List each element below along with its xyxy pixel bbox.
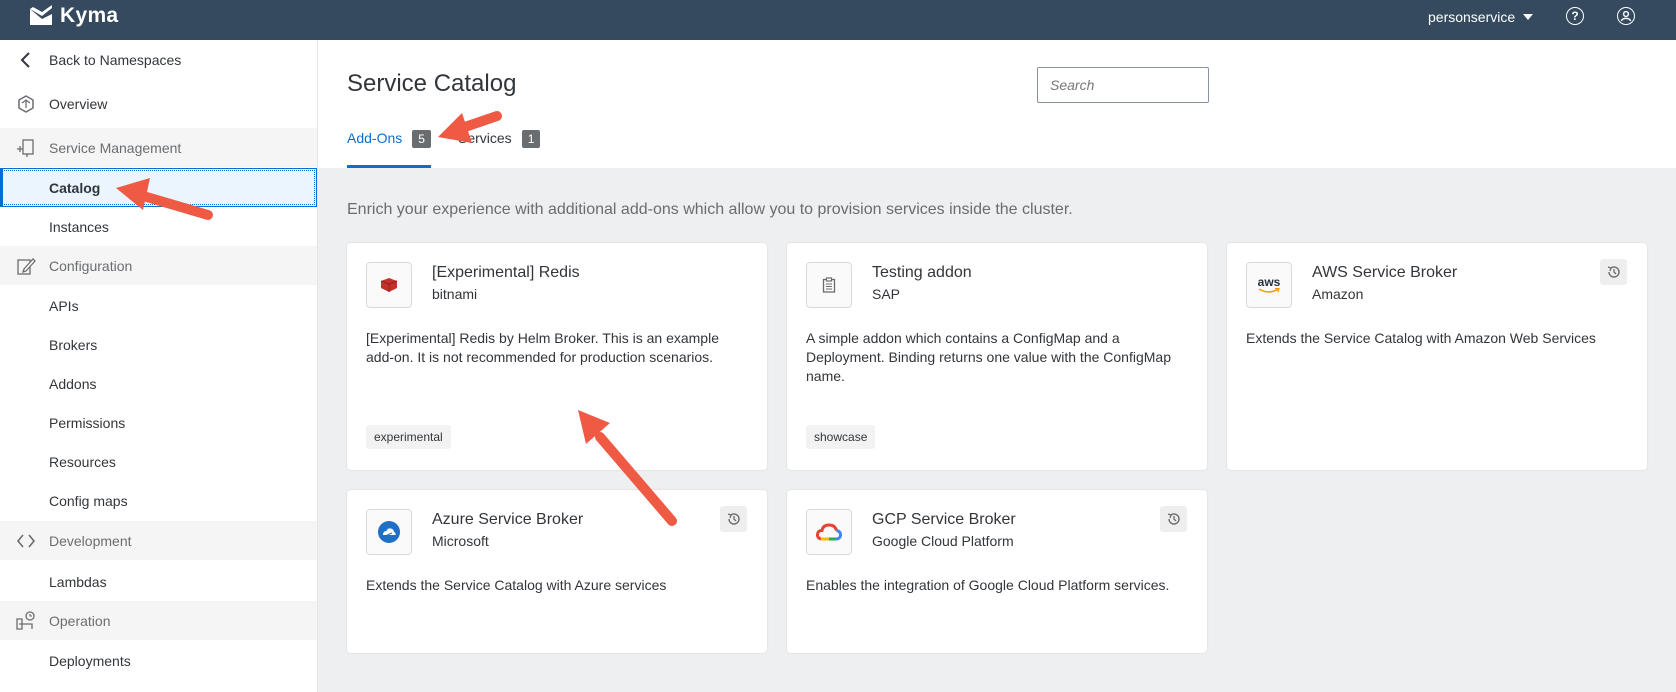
history-button[interactable] (1160, 506, 1187, 532)
history-button[interactable] (720, 506, 747, 532)
sidebar-item-label: Catalog (49, 179, 101, 196)
redis-icon (366, 262, 412, 308)
addon-card-redis[interactable]: [Experimental] Redis bitnami [Experiment… (347, 243, 767, 470)
sidebar-item-brokers[interactable]: Brokers (0, 325, 317, 364)
sidebar-item-label: Permissions (49, 414, 126, 431)
sidebar-item-instances[interactable]: Instances (0, 207, 317, 246)
sidebar-item-resources[interactable]: Resources (0, 442, 317, 481)
service-management-icon (17, 139, 34, 157)
tab-count-badge: 5 (412, 130, 431, 148)
addon-card-azure[interactable]: Azure Service Broker Microsoft Extends t… (347, 490, 767, 653)
card-description: Extends the Service Catalog with Azure s… (366, 577, 667, 593)
sidebar-item-label: Instances (49, 218, 109, 235)
aws-icon: aws (1246, 262, 1292, 308)
back-to-namespaces-link[interactable]: Back to Namespaces (0, 40, 317, 79)
clipboard-icon (806, 262, 852, 308)
card-description: A simple addon which contains a ConfigMa… (806, 330, 1171, 384)
sidebar-item-label: Lambdas (49, 573, 107, 590)
sidebar-item-label: Deployments (49, 652, 131, 669)
gcp-icon (806, 509, 852, 555)
sidebar-item-lambdas[interactable]: Lambdas (0, 562, 317, 601)
sidebar-group-configuration[interactable]: Configuration (0, 246, 317, 285)
chevron-left-icon (20, 52, 30, 68)
sidebar-group-label: Configuration (49, 257, 133, 274)
shell-bar: Kyma personservice ? (0, 0, 1676, 40)
help-icon[interactable]: ? (1566, 7, 1584, 25)
card-title: Azure Service Broker (432, 511, 584, 528)
sidebar-group-label: Development (49, 532, 132, 549)
sidebar-item-label: Brokers (49, 336, 98, 353)
tab-label: Services (458, 130, 512, 146)
sidebar-item-overview[interactable]: Overview (0, 84, 317, 123)
tab-add-ons[interactable]: Add-Ons 5 (347, 128, 431, 168)
sidebar-group-service-management[interactable]: Service Management (0, 128, 317, 167)
page-header: Service Catalog Add-Ons 5 Services 1 (318, 40, 1676, 168)
history-icon (1167, 513, 1180, 525)
tab-count-badge: 1 (521, 130, 541, 148)
user-glyph (1620, 10, 1632, 22)
card-description: [Experimental] Redis by Helm Broker. Thi… (366, 330, 719, 365)
sidebar-item-catalog[interactable]: Catalog (0, 168, 317, 207)
history-button[interactable] (1600, 259, 1627, 285)
sidebar-item-label: Resources (49, 453, 116, 470)
card-title: GCP Service Broker (872, 511, 1016, 528)
card-tag: experimental (366, 425, 451, 449)
sidebar-group-label: Service Management (49, 139, 182, 156)
intro-text: Enrich your experience with additional a… (347, 201, 1073, 218)
sidebar-item-deployments[interactable]: Deployments (0, 641, 317, 680)
history-icon (727, 513, 740, 525)
sidebar-item-addons[interactable]: Addons (0, 364, 317, 403)
azure-icon (366, 509, 412, 555)
card-description: Extends the Service Catalog with Amazon … (1246, 330, 1596, 346)
sidebar-group-operation[interactable]: Operation (0, 601, 317, 640)
card-provider: Microsoft (432, 533, 489, 549)
card-title: Testing addon (872, 264, 972, 281)
card-provider: bitnami (432, 286, 478, 302)
sidebar-item-permissions[interactable]: Permissions (0, 403, 317, 442)
card-title: AWS Service Broker (1312, 264, 1458, 281)
aws-smile (1258, 287, 1280, 293)
search-input[interactable] (1037, 67, 1209, 103)
overview-icon (18, 95, 34, 113)
side-navigation: Back to Namespaces Overview Service Mana… (0, 40, 318, 692)
addon-card-testing[interactable]: Testing addon SAP A simple addon which c… (787, 243, 1207, 470)
chevron-down-icon (1523, 14, 1534, 20)
card-title: [Experimental] Redis (432, 264, 580, 281)
catalog-content: Enrich your experience with additional a… (318, 168, 1676, 692)
card-description: Enables the integration of Google Cloud … (806, 577, 1170, 593)
card-tag: showcase (806, 425, 876, 449)
card-provider: Amazon (1312, 286, 1364, 302)
sidebar-item-label: Addons (49, 375, 97, 392)
operation-icon (16, 611, 35, 630)
card-provider: SAP (872, 286, 901, 302)
back-label: Back to Namespaces (49, 51, 182, 68)
sidebar-item-label: Overview (49, 95, 108, 112)
page-title: Service Catalog (347, 70, 517, 97)
addon-card-aws[interactable]: aws AWS Service Broker Amazon Extends th… (1227, 243, 1647, 470)
sidebar-group-label: Operation (49, 612, 111, 629)
code-icon (16, 534, 36, 548)
aws-logo-text: aws (1257, 274, 1281, 289)
sidebar-group-development[interactable]: Development (0, 521, 317, 560)
sidebar-item-apis[interactable]: APIs (0, 286, 317, 325)
history-icon (1607, 266, 1620, 278)
kyma-logo[interactable]: Kyma (28, 4, 118, 28)
sidebar-item-config-maps[interactable]: Config maps (0, 481, 317, 520)
namespace-dropdown[interactable]: personservice (1428, 9, 1534, 25)
app-name: Kyma (60, 4, 119, 27)
namespace-label: personservice (1428, 9, 1516, 25)
kyma-logo-icon (30, 5, 52, 25)
tab-services[interactable]: Services 1 (458, 128, 541, 168)
addon-card-gcp[interactable]: GCP Service Broker Google Cloud Platform… (787, 490, 1207, 653)
sidebar-item-label: APIs (49, 297, 79, 314)
tab-label: Add-Ons (347, 130, 403, 146)
edit-icon (17, 258, 36, 275)
sidebar-item-label: Config maps (49, 492, 128, 509)
user-icon[interactable] (1617, 7, 1635, 25)
card-provider: Google Cloud Platform (872, 533, 1014, 549)
